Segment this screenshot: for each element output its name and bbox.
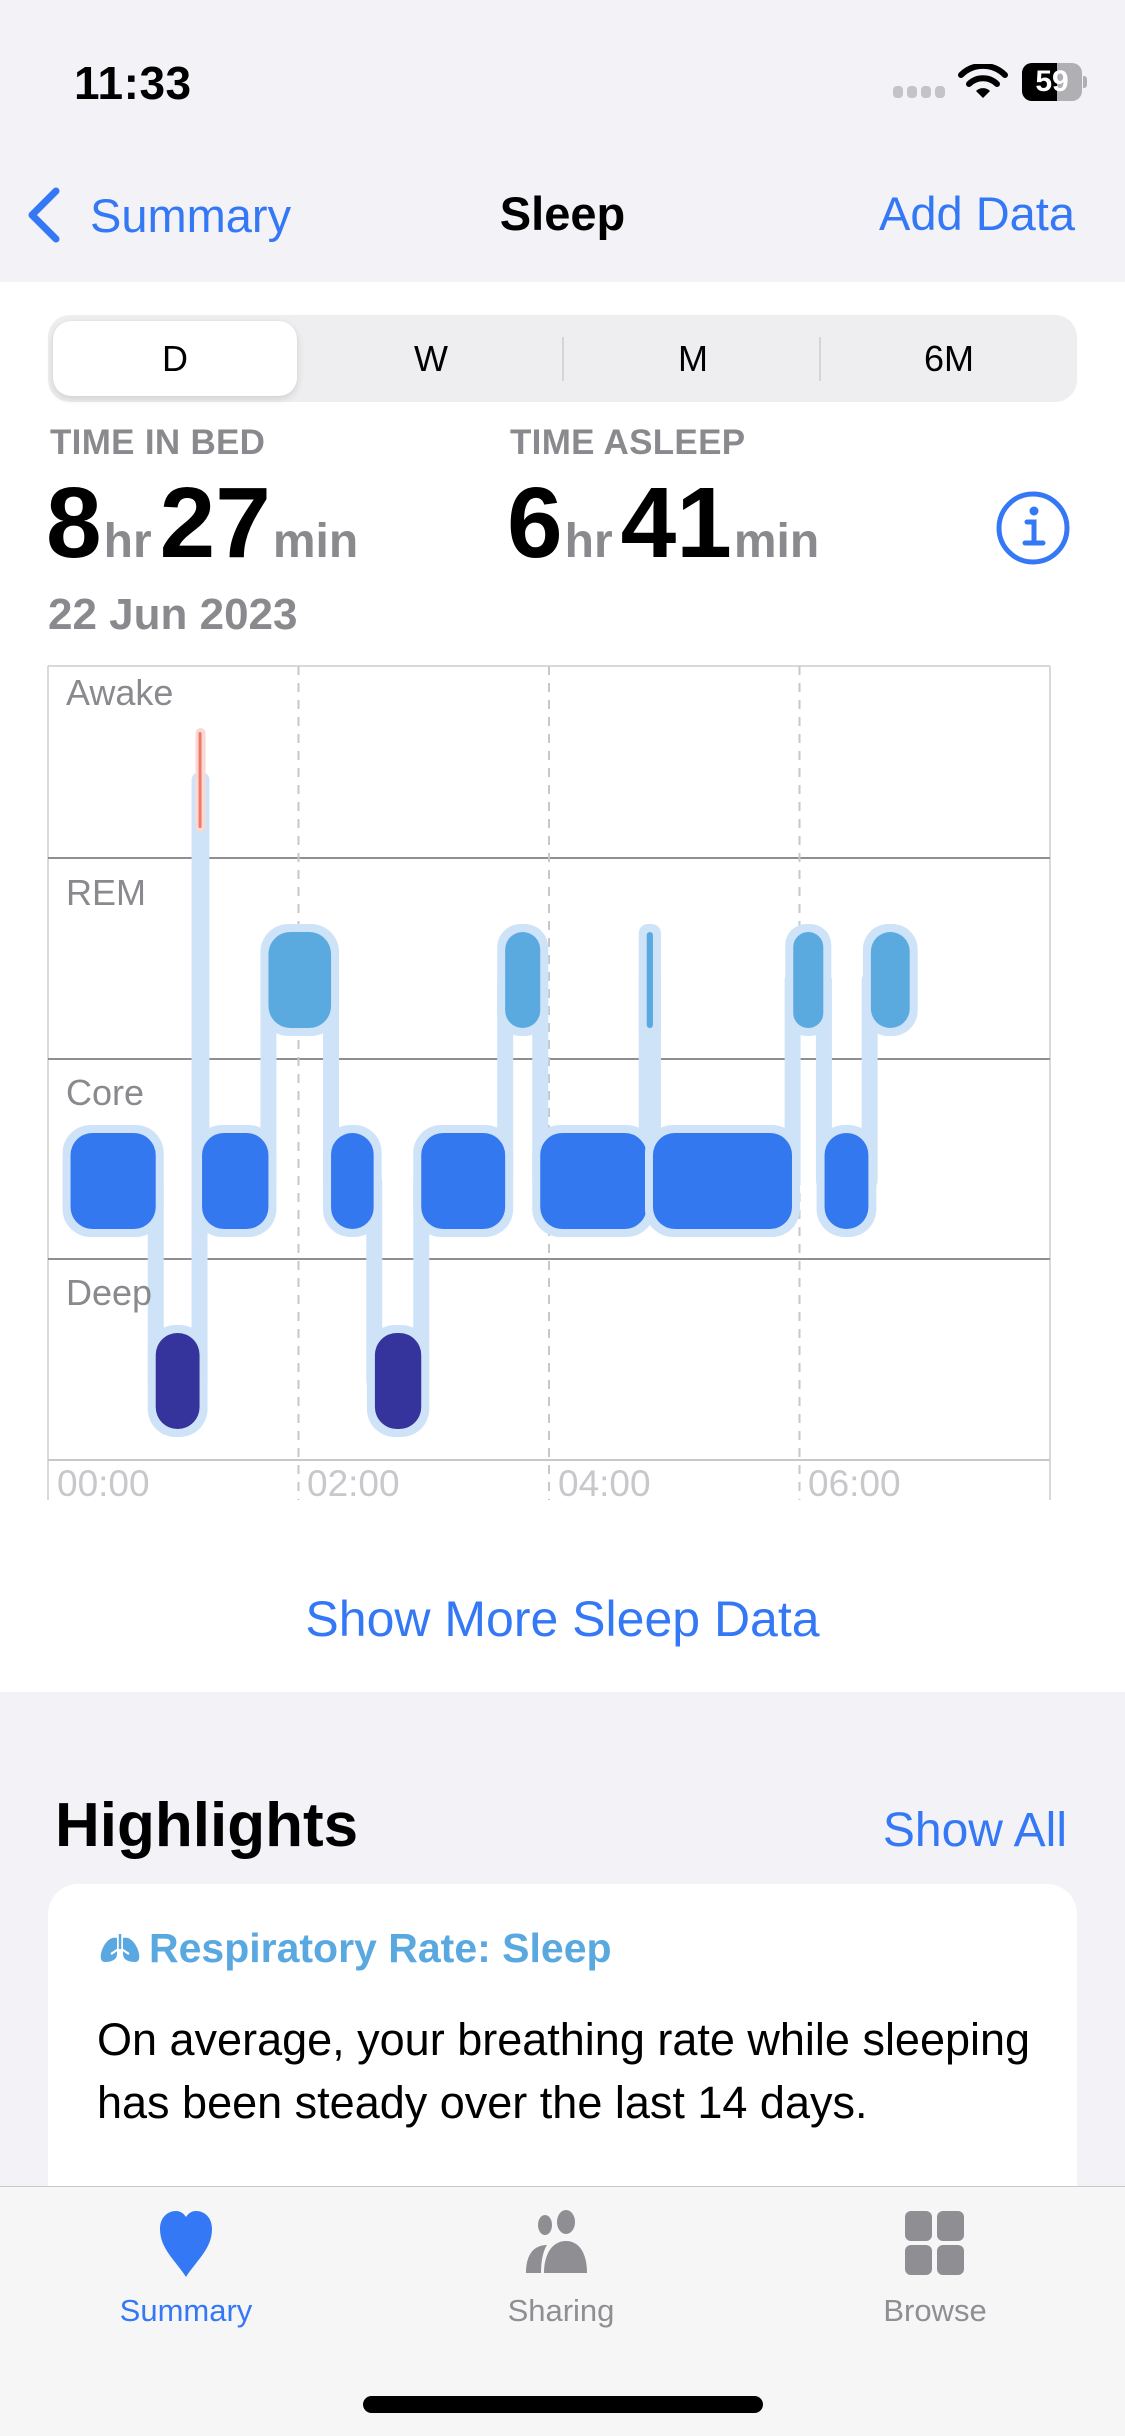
highlights-heading: Highlights: [55, 1791, 359, 1860]
rem-bar: [268, 932, 332, 1028]
stage-label-core: Core: [66, 1072, 144, 1113]
sleep-stages-chart: Awake REM Core Deep 00:00 02:00 04:00 06…: [47, 665, 1051, 1504]
heart-icon: [160, 2211, 212, 2277]
stage-label-awake: Awake: [66, 672, 173, 713]
core-bar: [652, 1133, 792, 1229]
core-bar: [421, 1133, 506, 1229]
lungs-icon: [100, 1933, 140, 1962]
core-bar: [331, 1133, 374, 1229]
rem-bar: [870, 932, 910, 1028]
tab-browse[interactable]: Browse: [815, 2207, 1055, 2329]
tab-sharing[interactable]: Sharing: [441, 2207, 681, 2329]
core-bar: [824, 1133, 869, 1229]
grid-icon: [905, 2211, 964, 2275]
tab-label: Sharing: [507, 2293, 615, 2328]
deep-bar: [374, 1333, 422, 1429]
awake-bar: [198, 732, 202, 828]
rem-bar: [793, 932, 824, 1028]
rem-bar: [646, 932, 653, 1028]
core-bar: [70, 1133, 156, 1229]
people-icon: [526, 2210, 587, 2273]
tab-label: Browse: [883, 2293, 987, 2328]
highlight-card-title: Respiratory Rate: Sleep: [97, 1925, 612, 1972]
x-tick-label: 02:00: [307, 1463, 400, 1504]
stage-label-deep: Deep: [66, 1272, 152, 1313]
x-tick-label: 04:00: [558, 1463, 651, 1504]
stage-label-rem: REM: [66, 872, 146, 913]
tab-label: Summary: [119, 2293, 253, 2328]
rem-bar: [505, 932, 541, 1028]
show-more-sleep-data-button[interactable]: Show More Sleep Data: [0, 1590, 1125, 1648]
x-tick-label: 06:00: [808, 1463, 901, 1504]
core-bar: [202, 1133, 269, 1229]
x-tick-label: 00:00: [57, 1463, 150, 1504]
highlight-card-body: On average, your breathing rate while sl…: [97, 2014, 1031, 2128]
deep-bar: [155, 1333, 200, 1429]
highlight-card-title-text: Respiratory Rate: Sleep: [149, 1925, 612, 1971]
core-bar: [540, 1133, 647, 1229]
home-indicator[interactable]: [363, 2396, 763, 2413]
tab-summary[interactable]: Summary: [66, 2207, 306, 2329]
show-all-button[interactable]: Show All: [883, 1803, 1067, 1858]
